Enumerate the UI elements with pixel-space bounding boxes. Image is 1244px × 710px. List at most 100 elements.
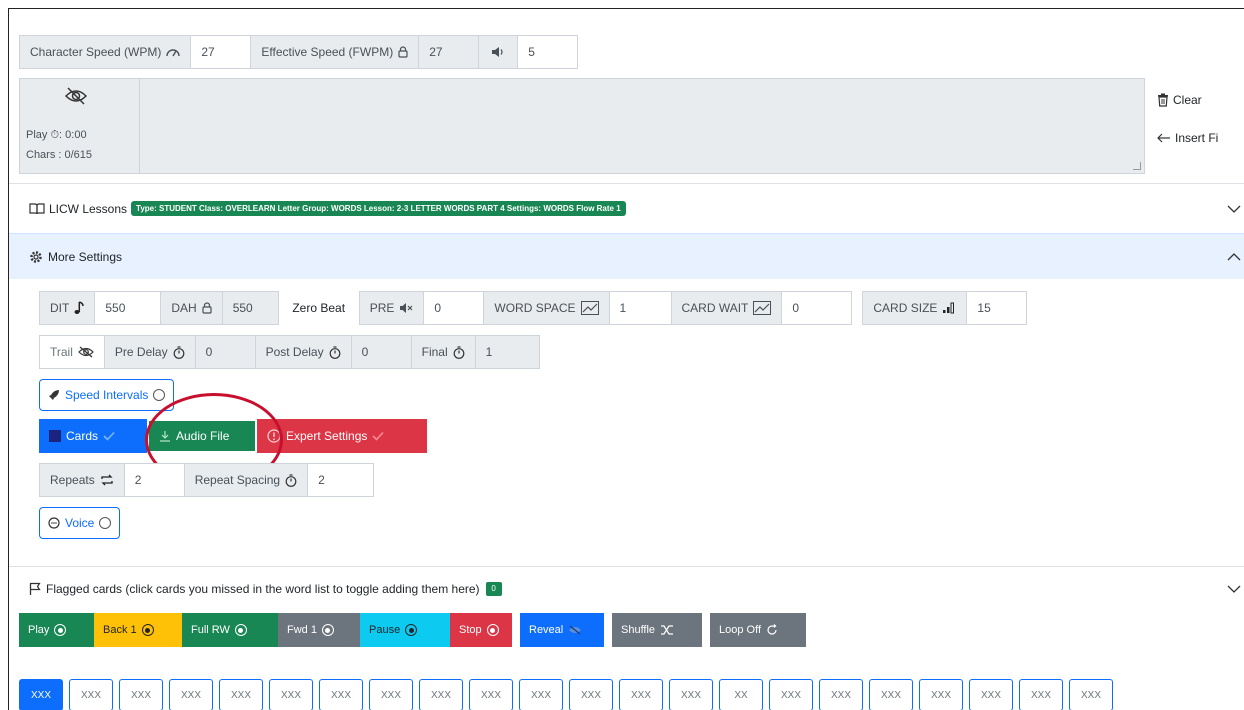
accordion-more-settings[interactable]: More Settings <box>9 233 1244 279</box>
char-speed-input[interactable]: 27 <box>191 35 252 69</box>
dah-input[interactable]: 550 <box>222 291 279 325</box>
volume-input[interactable]: 5 <box>518 35 579 69</box>
morse-display-area[interactable]: Play ⏱: 0:00 Chars : 0/615 <box>19 78 1145 174</box>
accordion-licw-lessons[interactable]: LICW Lessons Type: STUDENT Class: OVERLE… <box>9 183 1244 233</box>
word-card[interactable]: XXX <box>969 679 1013 710</box>
word-space-input[interactable]: 1 <box>609 291 672 325</box>
repeats-input[interactable]: 2 <box>124 463 185 497</box>
chevron-down-icon[interactable] <box>1227 205 1241 213</box>
eye-slash-icon <box>568 625 582 635</box>
repeats-label: Repeats <box>39 463 125 497</box>
word-card[interactable]: XXX <box>1019 679 1063 710</box>
zero-beat-label[interactable]: Zero Beat <box>279 291 359 325</box>
clear-button[interactable]: Clear <box>1157 89 1218 111</box>
repeat-icon <box>100 474 114 486</box>
chevron-up-icon[interactable] <box>1227 252 1241 261</box>
back-button[interactable]: Back 1 <box>94 613 182 647</box>
playback-controls: Play Back 1 Full RW Fwd 1 Pause Stop Rev… <box>19 613 806 647</box>
pre-input[interactable]: 0 <box>424 291 485 325</box>
post-delay-input[interactable]: 0 <box>351 335 412 369</box>
word-card[interactable]: XXX <box>69 679 113 710</box>
pre-delay-input[interactable]: 0 <box>195 335 256 369</box>
repeat-spacing-input[interactable]: 2 <box>308 463 375 497</box>
speed-intervals-toggle[interactable]: Speed Intervals <box>39 379 175 411</box>
flagged-count-badge: 0 <box>485 581 502 596</box>
chat-icon <box>48 517 60 529</box>
word-card[interactable]: XXX <box>819 679 863 710</box>
fwd-button[interactable]: Fwd 1 <box>278 613 360 647</box>
shuffle-icon <box>660 624 674 636</box>
timing-settings-row: DIT 550 DAH 550 Zero Beat PRE 0 WORD SPA… <box>39 291 1028 325</box>
word-card[interactable]: XXX <box>169 679 213 710</box>
word-card[interactable]: XXX <box>869 679 913 710</box>
pause-circle-icon <box>405 624 418 636</box>
word-card[interactable]: XXX <box>219 679 263 710</box>
card-wait-input[interactable]: 0 <box>782 291 853 325</box>
word-card[interactable]: XXX <box>919 679 963 710</box>
word-card[interactable]: XXX <box>119 679 163 710</box>
repeat-settings-row: Repeats 2 Repeat Spacing 2 <box>39 463 375 497</box>
trail-delay-row: Trail Pre Delay 0 Post Delay 0 Final 1 <box>39 335 540 369</box>
lesson-info-badge: Type: STUDENT Class: OVERLEARN Letter Gr… <box>131 201 626 216</box>
word-space-label: WORD SPACE <box>484 291 610 325</box>
word-card[interactable]: XXX <box>369 679 413 710</box>
gear-icon <box>29 250 43 264</box>
voice-radio[interactable] <box>99 517 112 529</box>
word-card[interactable]: XXX <box>569 679 613 710</box>
resize-grip-icon[interactable] <box>1133 162 1141 170</box>
card-size-input[interactable]: 15 <box>967 291 1028 325</box>
alert-circle-icon <box>267 429 281 443</box>
trail-toggle[interactable]: Trail <box>39 335 105 369</box>
stopwatch-icon <box>453 345 465 359</box>
rocket-icon <box>48 389 60 401</box>
word-card[interactable]: XXX <box>1069 679 1113 710</box>
word-card[interactable]: XXX <box>19 679 63 710</box>
speed-settings-row: Character Speed (WPM) 27 Effective Speed… <box>19 35 579 69</box>
word-card[interactable]: XXX <box>669 679 713 710</box>
accordion-flagged-cards[interactable]: Flagged cards (click cards you missed in… <box>9 566 1244 610</box>
word-card[interactable]: XX <box>719 679 763 710</box>
graph-up-icon <box>580 301 599 315</box>
back-circle-icon <box>141 624 154 636</box>
char-count: Chars : 0/615 <box>26 149 93 161</box>
pause-button[interactable]: Pause <box>360 613 450 647</box>
final-input[interactable]: 1 <box>475 335 540 369</box>
card-wait-label: CARD WAIT <box>671 291 783 325</box>
shuffle-button[interactable]: Shuffle <box>612 613 702 647</box>
loop-button[interactable]: Loop Off <box>710 613 806 647</box>
side-actions: Clear Insert Fi <box>1157 89 1218 165</box>
volume-label <box>479 35 519 69</box>
play-button[interactable]: Play <box>19 613 94 647</box>
chevron-down-icon[interactable] <box>1227 585 1241 593</box>
more-settings-title: More Settings <box>48 249 123 264</box>
eye-slash-icon <box>78 346 94 358</box>
insert-file-button[interactable]: Insert Fi <box>1157 127 1218 149</box>
speed-intervals-radio[interactable] <box>153 389 166 401</box>
pre-label: PRE <box>358 291 425 325</box>
download-icon <box>159 430 171 442</box>
word-card[interactable]: XXX <box>619 679 663 710</box>
word-card[interactable]: XXX <box>319 679 363 710</box>
check-icon <box>372 431 384 441</box>
final-label: Final <box>411 335 476 369</box>
pre-delay-label: Pre Delay <box>104 335 196 369</box>
word-card[interactable]: XXX <box>269 679 313 710</box>
word-card[interactable]: XXX <box>519 679 563 710</box>
voice-toggle[interactable]: Voice <box>39 507 121 539</box>
full-rw-button[interactable]: Full RW <box>182 613 278 647</box>
expert-settings-button[interactable]: Expert Settings <box>257 419 427 453</box>
stopwatch-icon <box>285 473 297 487</box>
post-delay-label: Post Delay <box>255 335 352 369</box>
word-card[interactable]: XXX <box>769 679 813 710</box>
reveal-button[interactable]: Reveal <box>520 613 604 647</box>
dit-input[interactable]: 550 <box>95 291 162 325</box>
eff-speed-input[interactable]: 27 <box>419 35 480 69</box>
cards-button[interactable]: Cards <box>39 419 147 453</box>
eye-slash-icon[interactable] <box>65 87 87 105</box>
app-frame: Character Speed (WPM) 27 Effective Speed… <box>8 8 1244 710</box>
audio-file-button[interactable]: Audio File <box>147 419 257 453</box>
stop-button[interactable]: Stop <box>450 613 512 647</box>
word-card[interactable]: XXX <box>469 679 513 710</box>
word-card[interactable]: XXX <box>419 679 463 710</box>
lock-icon <box>202 302 212 314</box>
